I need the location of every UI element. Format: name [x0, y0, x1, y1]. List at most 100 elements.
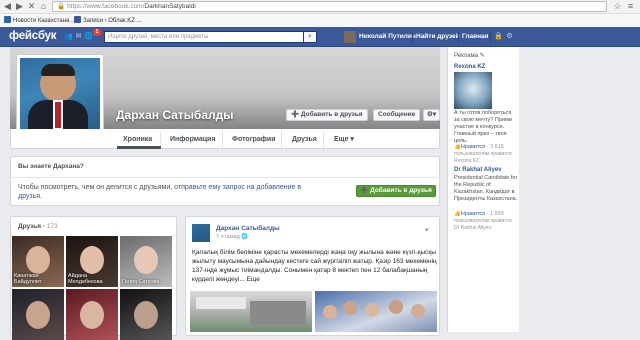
friends-title[interactable]: Друзья · 173	[18, 223, 58, 230]
post-author-name[interactable]: Дархан Сатыбалды	[216, 225, 280, 232]
divider	[490, 31, 491, 43]
like-label: Нравится	[460, 211, 486, 217]
facebook-logo[interactable]: фейсбук	[9, 30, 57, 42]
post-time-label: 7 ч назад	[216, 234, 240, 240]
user-name-link[interactable]: Николай Путилин	[359, 32, 416, 42]
post-photo[interactable]	[190, 291, 312, 332]
home-link[interactable]: Главная	[462, 32, 488, 42]
back-icon[interactable]: ◀	[2, 1, 13, 12]
know-title: Вы знаете Дархана?	[18, 163, 84, 170]
gear-icon: ⚙▾	[427, 111, 437, 118]
ad-rexona-text: А ты готов побороться за свою мечту? При…	[454, 110, 512, 144]
ad-aliyev-sub: пользователям нравится Dr Rakhat Aliyev.	[454, 218, 512, 231]
ad-aliyev-text: Presidential Candidate for the Republic …	[454, 175, 518, 202]
friend-tile[interactable]: Айдана Мелдебекова	[66, 236, 118, 287]
facebook-icon	[74, 16, 81, 23]
profile-picture[interactable]	[16, 54, 104, 141]
friend-face	[26, 301, 50, 329]
friend-tile[interactable]	[120, 289, 172, 340]
photo-detail	[323, 305, 337, 319]
profile-tabs	[10, 129, 440, 149]
search-input[interactable]: Ищите друзей, места или предметы	[104, 31, 304, 43]
bookmark-oblak[interactable]: Записи › Облак.KZ ...	[74, 16, 142, 26]
photo-detail	[343, 301, 357, 315]
hair-shape	[41, 64, 75, 76]
home-icon[interactable]: ⌂	[38, 1, 49, 12]
tab-timeline[interactable]: Хроника	[123, 135, 152, 145]
bookmark-label: Записи › Облак.KZ ...	[83, 18, 142, 24]
tab-friends[interactable]: Друзья	[292, 135, 317, 145]
like-icon: 👍	[454, 144, 461, 150]
address-bar[interactable]: 🔒 https://www.facebook.com/DarkhanSatybal…	[52, 1, 607, 12]
bookmarks-bar: Новости Казахстана ... Записи › Облак.KZ…	[0, 13, 640, 27]
friend-tile[interactable]	[12, 289, 64, 340]
profile-photo	[20, 58, 100, 137]
friend-tile[interactable]: Канатжан Байдуллет	[12, 236, 64, 287]
post-photo[interactable]	[315, 291, 437, 332]
bookmark-novosti[interactable]: Новости Казахстана ...	[4, 16, 76, 26]
divider	[323, 131, 324, 148]
url-prefix: https://www.facebook.com/	[67, 3, 145, 10]
ads-title-label: Реклама	[454, 53, 479, 59]
friends-title-label: Друзья	[18, 223, 42, 230]
settings-icon[interactable]: ⚙	[505, 33, 514, 41]
add-friend-green-label: Добавить в друзья	[370, 187, 432, 194]
add-friend-icon: ➕	[360, 187, 371, 194]
tie-shape	[55, 102, 61, 128]
add-friend-icon: ➕	[291, 111, 301, 118]
ad-rexona-like[interactable]: 👍Нравится · 3 615	[454, 144, 504, 150]
notifications-icon[interactable]: 🌐	[84, 33, 93, 41]
profile-name: Дархан Сатыбалды	[116, 108, 234, 122]
divider	[412, 31, 413, 43]
chevron-down-icon: ▾	[350, 136, 354, 143]
friend-face	[80, 246, 104, 274]
forward-icon[interactable]: ▶	[14, 1, 25, 12]
more-options-button[interactable]: ⚙▾	[423, 109, 441, 121]
friend-face	[134, 246, 158, 274]
friend-name: Канатжан Байдуллет	[14, 273, 42, 285]
photo-detail	[196, 297, 246, 309]
like-label: Нравится	[460, 144, 486, 150]
ad-rexona-title[interactable]: Rexona KZ	[454, 64, 485, 70]
ad-aliyev-like[interactable]: 👍Нравится · 1 939	[454, 211, 504, 217]
find-friends-link[interactable]: Найти друзей	[416, 32, 460, 42]
add-friend-label: Добавить в друзья	[300, 111, 363, 118]
add-friend-button[interactable]: ➕ Добавить в друзья	[286, 109, 368, 121]
know-text-part: .	[40, 193, 42, 200]
active-tab-indicator	[117, 146, 161, 149]
notification-badge: 1	[93, 29, 101, 36]
chat-column	[519, 47, 640, 332]
divider	[281, 131, 282, 148]
friend-tile[interactable]	[66, 289, 118, 340]
friends-count: 173	[46, 223, 58, 230]
tab-info[interactable]: Информация	[170, 135, 215, 145]
post-options-chevron-icon[interactable]: ▾	[425, 226, 429, 234]
ads-title: Реклама ✎	[454, 53, 485, 60]
privacy-icon[interactable]: 🔒	[494, 33, 503, 41]
know-text: Чтобы посмотреть, чем он делится с друзь…	[18, 183, 318, 201]
close-icon[interactable]: ✕	[26, 1, 37, 12]
post-author-avatar[interactable]	[192, 224, 210, 242]
ad-rexona-image[interactable]	[454, 72, 492, 109]
friend-requests-icon[interactable]: 👥	[64, 33, 73, 41]
tab-photos[interactable]: Фотографии	[232, 135, 276, 145]
add-friend-green-button[interactable]: ➕ Добавить в друзья	[356, 185, 436, 197]
post-timestamp[interactable]: 7 ч назад 🌐	[216, 234, 248, 240]
friend-face	[134, 301, 158, 329]
ad-aliyev-title[interactable]: Dr Rakhat Aliyev	[454, 167, 501, 173]
star-icon[interactable]: ☆	[612, 1, 623, 12]
divider	[10, 177, 440, 178]
photo-detail	[250, 301, 306, 325]
bookmark-label: Новости Казахстана ...	[13, 18, 77, 24]
friend-tile[interactable]: Галия Саткова	[120, 236, 172, 287]
user-avatar[interactable]	[344, 31, 356, 43]
search-icon[interactable]: ⌕	[303, 31, 317, 43]
like-icon: 👍	[454, 211, 461, 217]
messages-icon[interactable]: ✉	[74, 33, 83, 41]
tab-more[interactable]: Еще ▾	[334, 135, 354, 145]
menu-icon[interactable]: ≡	[625, 1, 636, 12]
friend-name: Галия Саткова	[122, 279, 160, 285]
message-button[interactable]: Сообщение	[373, 109, 421, 121]
divider	[222, 131, 223, 148]
url-path: DarkhanSatybaldi	[144, 3, 196, 10]
